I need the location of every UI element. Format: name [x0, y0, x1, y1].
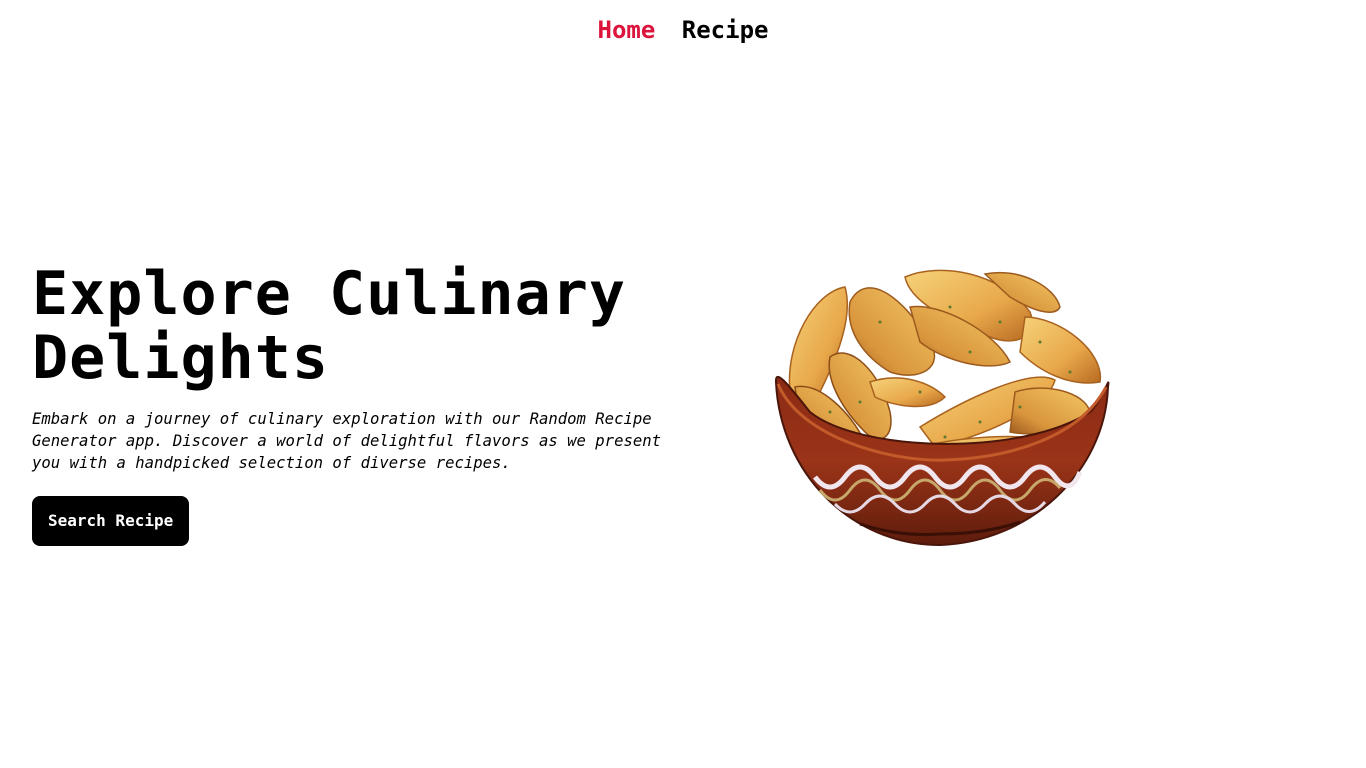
hero-title: Explore Culinary Delights: [32, 262, 692, 390]
top-nav: Home Recipe: [0, 16, 1366, 44]
potato-wedges-bowl-illustration: [774, 269, 1110, 547]
hero-title-line1: Explore Culinary: [32, 259, 626, 329]
hero-description: Embark on a journey of culinary explorat…: [32, 410, 662, 472]
hero-food-image: [770, 262, 1115, 552]
hero-section: Explore Culinary Delights Embark on a jo…: [32, 262, 692, 546]
search-recipe-button[interactable]: Search Recipe: [32, 496, 190, 546]
hero-title-line2: Delights: [32, 323, 329, 393]
nav-link-recipe[interactable]: Recipe: [682, 16, 769, 44]
nav-link-home[interactable]: Home: [598, 16, 656, 44]
